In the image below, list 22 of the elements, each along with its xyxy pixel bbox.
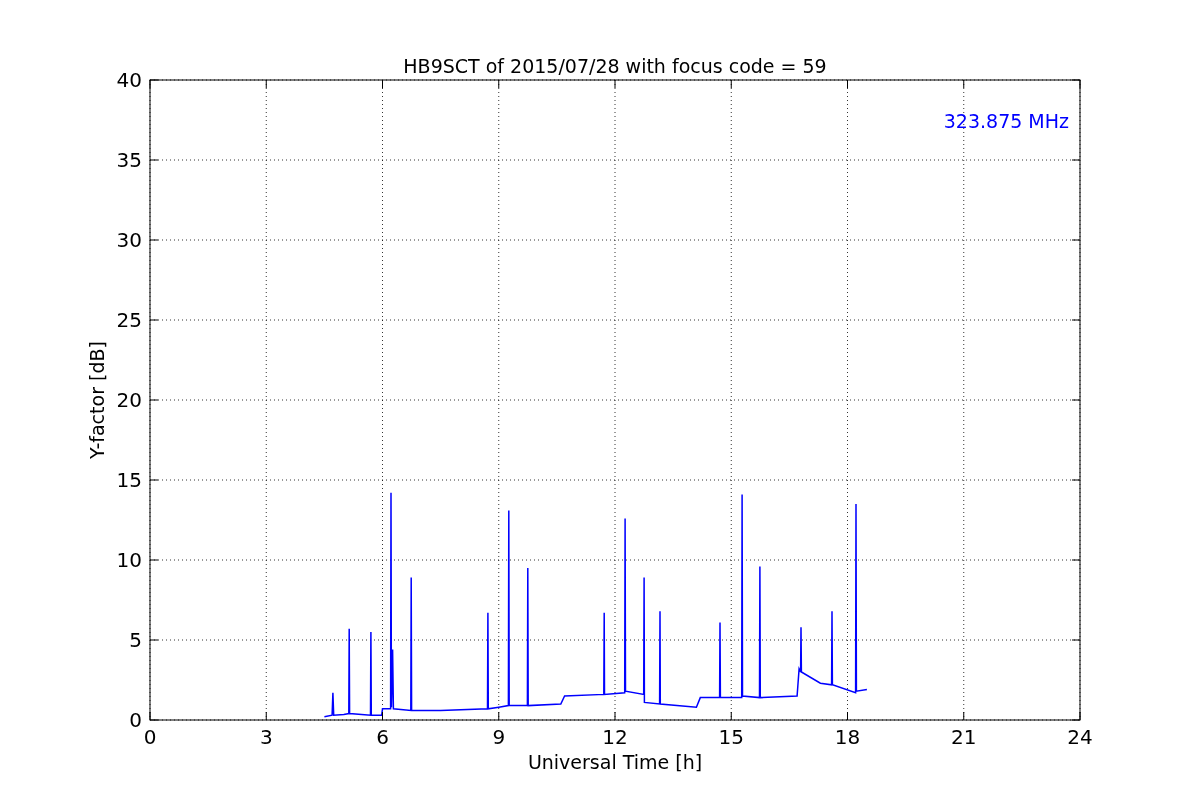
x-tick-label: 12 [602, 725, 628, 749]
y-tick-label: 30 [116, 228, 142, 252]
y-tick-label: 40 [116, 68, 142, 92]
x-tick-label: 3 [259, 725, 273, 749]
x-axis-label: Universal Time [h] [527, 751, 703, 773]
y-tick-label: 0 [129, 708, 142, 732]
x-tick-label: 21 [951, 725, 977, 749]
x-tick-label: 9 [492, 725, 506, 749]
y-tick-label: 5 [129, 628, 142, 652]
chart-title: HB9SCT of 2015/07/28 with focus code = 59 [403, 55, 827, 77]
y-tick-label: 35 [116, 148, 142, 172]
x-tick-label: 18 [834, 725, 861, 749]
x-tick-label: 6 [376, 725, 389, 749]
x-tick-label: 0 [143, 725, 157, 749]
series-label: 323.875 MHz [943, 110, 1069, 132]
y-tick-label: 25 [116, 308, 142, 332]
y-tick-label: 10 [116, 548, 142, 572]
x-tick-label: 15 [718, 725, 744, 749]
y-tick-label: 15 [116, 468, 142, 492]
x-tick-label: 24 [1067, 725, 1093, 749]
y-tick-label: 20 [116, 388, 142, 412]
y-axis-label: Y-factor [dB] [86, 341, 108, 459]
